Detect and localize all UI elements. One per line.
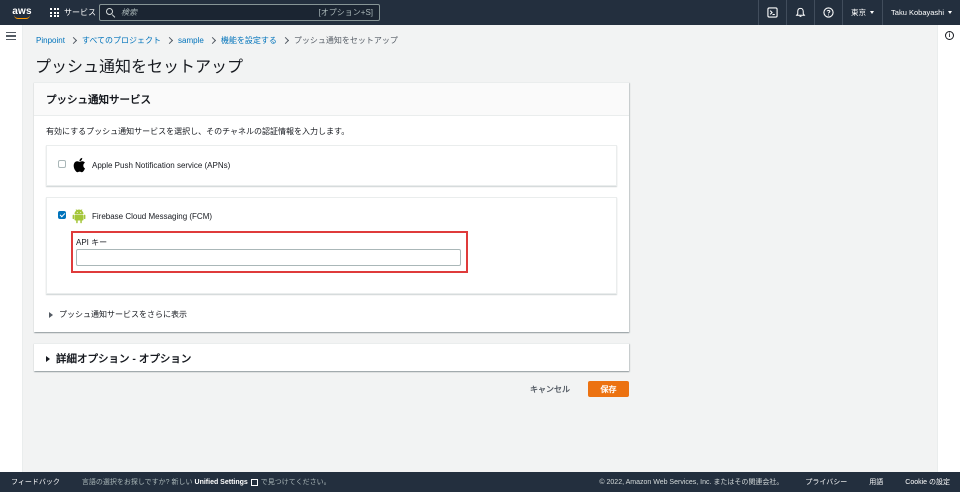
left-navigation-rail xyxy=(0,25,23,472)
region-label: 東京 xyxy=(851,8,867,17)
more-services-expander[interactable]: プッシュ通知サービスをさらに表示 xyxy=(49,309,187,320)
aws-smile-icon xyxy=(14,15,30,19)
apns-label: Apple Push Notification service (APNs) xyxy=(92,161,231,170)
language-notice: 言語の選択をお探しですか? 新しい Unified Settings で見つけて… xyxy=(82,477,331,487)
right-tools-rail: i xyxy=(937,25,960,472)
chevron-right-icon xyxy=(69,36,77,45)
search-input[interactable]: 検索 [オプション+S] xyxy=(99,4,380,21)
breadcrumb-current: プッシュ通知をセットアップ xyxy=(293,36,398,45)
copyright: © 2022, Amazon Web Services, Inc. またはその関… xyxy=(599,479,784,486)
chevron-down-icon xyxy=(948,11,952,14)
advanced-options-title: 詳細オプション - オプション xyxy=(56,353,192,365)
services-label: サービス xyxy=(64,8,96,17)
apns-card: Apple Push Notification service (APNs) xyxy=(46,145,617,186)
grid-icon xyxy=(50,8,59,17)
services-menu-button[interactable]: サービス xyxy=(50,0,96,25)
advanced-options-expander[interactable]: 詳細オプション - オプション xyxy=(46,351,191,366)
more-services-label: プッシュ通知サービスをさらに表示 xyxy=(59,310,187,319)
apple-icon xyxy=(73,157,85,173)
panel-description: 有効にするプッシュ通知サービスを選択し、そのチャネルの認証情報を入力します。 xyxy=(46,127,350,136)
search-placeholder: 検索 xyxy=(121,8,137,17)
page-title: プッシュ通知をセットアップ xyxy=(35,59,244,76)
breadcrumb: Pinpoint すべてのプロジェクト sample 機能を設定する プッシュ通… xyxy=(36,35,398,46)
push-services-panel: プッシュ通知サービス 有効にするプッシュ通知サービスを選択し、そのチャネルの認証… xyxy=(34,82,629,332)
external-link-icon xyxy=(250,478,258,486)
bell-icon xyxy=(795,7,806,17)
notifications-button[interactable] xyxy=(786,0,814,25)
search-icon xyxy=(106,8,115,17)
cloudshell-button[interactable] xyxy=(758,0,786,25)
account-menu[interactable]: Taku Kobayashi xyxy=(882,0,960,25)
top-navigation: aws サービス 検索 [オプション+S] 東京 Taku Kobayashi xyxy=(0,0,960,25)
user-name: Taku Kobayashi xyxy=(891,8,944,17)
breadcrumb-pinpoint[interactable]: Pinpoint xyxy=(36,36,65,45)
api-key-field-group: API キー xyxy=(71,231,468,273)
chevron-right-icon xyxy=(281,36,289,45)
caret-right-icon xyxy=(49,311,53,318)
privacy-link[interactable]: プライバシー xyxy=(805,477,847,487)
footer: フィードバック 言語の選択をお探しですか? 新しい Unified Settin… xyxy=(0,472,960,492)
search-shortcut: [オプション+S] xyxy=(318,8,373,17)
api-key-label: API キー xyxy=(76,238,108,247)
fcm-checkbox[interactable] xyxy=(58,211,66,219)
help-icon xyxy=(823,7,834,18)
region-selector[interactable]: 東京 xyxy=(842,0,882,25)
footer-right: © 2022, Amazon Web Services, Inc. またはその関… xyxy=(599,472,950,492)
terms-link[interactable]: 用語 xyxy=(869,477,883,487)
panel-title: プッシュ通知サービス xyxy=(46,93,151,106)
chevron-right-icon xyxy=(208,36,216,45)
nav-right-group: 東京 Taku Kobayashi xyxy=(758,0,960,25)
advanced-options-panel: 詳細オプション - オプション xyxy=(34,343,629,371)
info-icon[interactable]: i xyxy=(945,31,954,40)
fcm-card: Firebase Cloud Messaging (FCM) API キー xyxy=(46,197,617,294)
cookie-settings-link[interactable]: Cookie の設定 xyxy=(905,477,950,487)
aws-logo[interactable]: aws xyxy=(4,0,40,25)
save-button[interactable]: 保存 xyxy=(588,381,629,397)
language-notice-prefix: 言語の選択をお探しですか? 新しい xyxy=(81,479,193,486)
terminal-icon xyxy=(767,7,778,18)
menu-icon[interactable] xyxy=(6,32,16,40)
chevron-down-icon xyxy=(870,11,875,14)
panel-header: プッシュ通知サービス xyxy=(34,83,629,116)
cancel-button[interactable]: キャンセル xyxy=(521,381,579,397)
caret-right-icon xyxy=(46,355,50,362)
fcm-label: Firebase Cloud Messaging (FCM) xyxy=(92,212,213,221)
chevron-right-icon xyxy=(166,36,174,45)
feedback-link[interactable]: フィードバック xyxy=(11,477,60,487)
breadcrumb-project[interactable]: sample xyxy=(178,36,204,45)
api-key-input[interactable] xyxy=(76,249,461,266)
unified-settings-link[interactable]: Unified Settings xyxy=(195,479,248,486)
apns-checkbox[interactable] xyxy=(58,160,66,168)
android-icon xyxy=(72,209,86,224)
language-notice-suffix: で見つけてください。 xyxy=(260,479,331,486)
help-button[interactable] xyxy=(814,0,842,25)
breadcrumb-configure-features[interactable]: 機能を設定する xyxy=(221,35,277,46)
breadcrumb-all-projects[interactable]: すべてのプロジェクト xyxy=(82,35,161,46)
